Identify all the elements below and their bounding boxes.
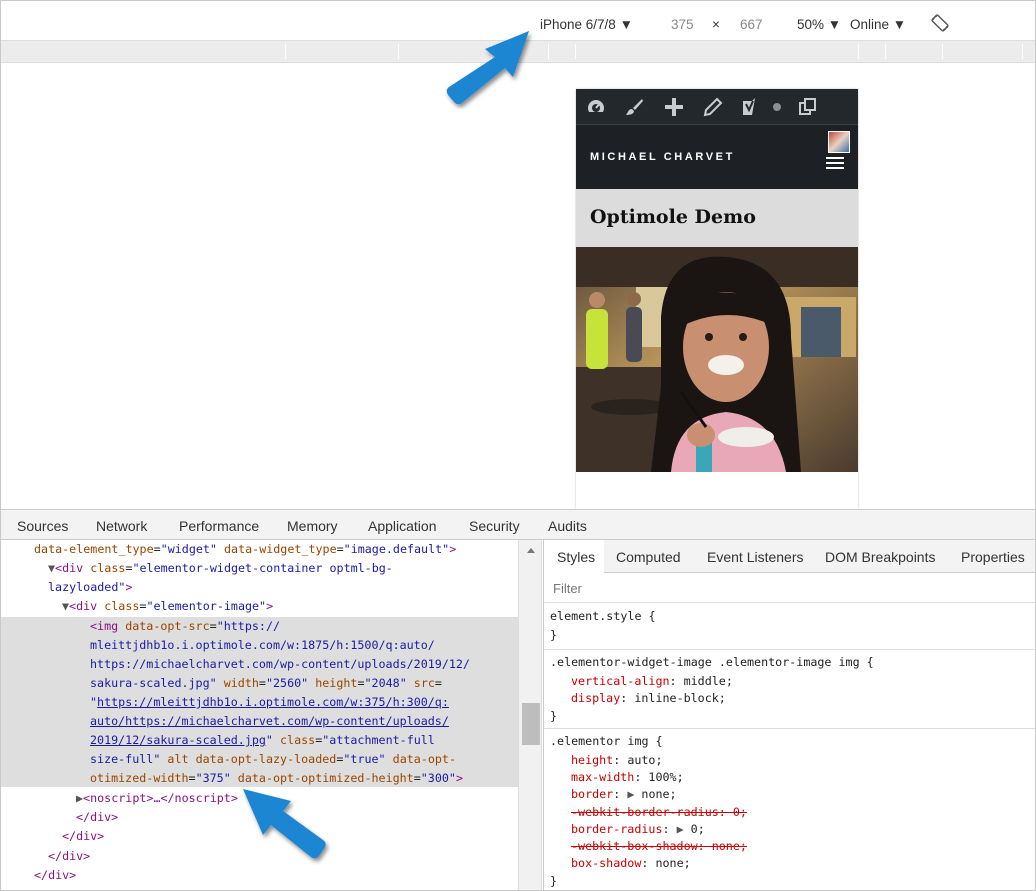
dom-line-selected[interactable]: "https://mleittjdhb1o.i.optimole.com/w:3…: [90, 693, 449, 712]
css-rule-elementor-img[interactable]: .elementor img { height: auto; max-width…: [544, 729, 1035, 890]
rotate-device-icon[interactable]: [931, 14, 949, 32]
dom-line[interactable]: ▼<div class="elementor-widget-container …: [48, 559, 393, 578]
customize-brush-icon[interactable]: [624, 97, 644, 117]
scroll-thumb[interactable]: [522, 703, 540, 745]
viewport-height-input[interactable]: 667: [740, 17, 763, 32]
tab-computed[interactable]: Computed: [616, 549, 681, 565]
site-header: MICHAEL CHARVET: [576, 124, 858, 189]
viewport-width-input[interactable]: 375: [671, 17, 694, 32]
dimension-separator: ×: [712, 17, 720, 32]
user-avatar[interactable]: [828, 131, 850, 153]
tab-performance[interactable]: Performance: [179, 518, 259, 534]
styles-filter-input[interactable]: Filter: [544, 573, 1035, 603]
css-rule-element-style[interactable]: element.style { }: [544, 603, 1035, 650]
new-content-plus-icon[interactable]: [664, 97, 684, 117]
elements-scrollbar[interactable]: [518, 540, 542, 890]
sakura-photo: [576, 247, 858, 472]
dom-line[interactable]: data-element_type="widget" data-widget_t…: [34, 540, 456, 559]
tab-sources[interactable]: Sources: [17, 518, 68, 534]
device-select[interactable]: iPhone 6/7/8 ▼: [540, 17, 633, 32]
dom-line-selected[interactable]: https://michaelcharvet.com/wp-content/up…: [90, 655, 470, 674]
dom-line-selected[interactable]: auto/https://michaelcharvet.com/wp-conte…: [90, 712, 449, 731]
tab-audits[interactable]: Audits: [548, 518, 587, 534]
annotation-arrow-top: [446, 31, 529, 105]
network-throttle-select[interactable]: Online ▼: [850, 17, 906, 32]
dom-line-selected[interactable]: 2019/12/sakura-scaled.jpg" class="attach…: [90, 731, 435, 750]
styles-pane: Styles Computed Event Listeners DOM Brea…: [543, 540, 1035, 890]
css-rule-widget-image[interactable]: .elementor-widget-image .elementor-image…: [544, 650, 1035, 729]
dashboard-icon[interactable]: [586, 97, 606, 117]
tab-event-listeners[interactable]: Event Listeners: [707, 549, 804, 565]
duplicate-page-icon[interactable]: [798, 97, 818, 117]
tab-dom-breakpoints[interactable]: DOM Breakpoints: [825, 549, 935, 565]
devtools-tab-bar: Sources Network Performance Memory Appli…: [1, 509, 1035, 540]
dom-line[interactable]: ▶<noscript>…</noscript>: [76, 789, 238, 808]
dom-line[interactable]: </div>: [62, 827, 104, 846]
dom-line-selected[interactable]: <img data-opt-src="https://: [90, 617, 280, 636]
wp-admin-bar: [576, 89, 858, 124]
page-title-bar: Optimole Demo: [576, 189, 858, 247]
zoom-select[interactable]: 50% ▼: [797, 17, 841, 32]
tab-memory[interactable]: Memory: [287, 518, 338, 534]
dom-line[interactable]: </div>: [48, 847, 90, 866]
src-link[interactable]: https://mleittjdhb1o.i.optimole.com/w:37…: [97, 695, 449, 709]
devtools-window: iPhone 6/7/8 ▼ 375 × 667 50% ▼ Online ▼: [0, 0, 1036, 891]
tab-application[interactable]: Application: [368, 518, 437, 534]
site-title[interactable]: MICHAEL CHARVET: [590, 151, 735, 163]
edit-pencil-icon[interactable]: [703, 97, 723, 117]
annotation-arrow-bottom: [243, 789, 326, 859]
tab-security[interactable]: Security: [469, 518, 520, 534]
expand-shorthand-icon[interactable]: ▶: [627, 787, 634, 801]
emulated-viewport: MICHAEL CHARVET Optimole Demo: [1, 63, 1035, 509]
yoast-seo-icon[interactable]: [740, 97, 760, 117]
src-link[interactable]: 2019/12/sakura-scaled.jpg: [90, 733, 266, 747]
tab-styles[interactable]: Styles: [544, 540, 604, 573]
menu-hamburger-icon[interactable]: [826, 157, 844, 171]
mobile-page-preview: MICHAEL CHARVET Optimole Demo: [576, 89, 858, 509]
dom-line-selected[interactable]: size-full" alt data-opt-lazy-loaded="tru…: [90, 750, 456, 769]
expand-shorthand-icon[interactable]: ▶: [677, 822, 684, 836]
dom-line[interactable]: lazyloaded">: [48, 578, 132, 597]
dom-line[interactable]: </div>: [76, 808, 118, 827]
seo-status-dot-icon: [773, 103, 781, 111]
dom-line-selected[interactable]: sakura-scaled.jpg" width="2560" height="…: [90, 674, 442, 693]
tab-network[interactable]: Network: [96, 518, 147, 534]
dom-line[interactable]: </div>: [34, 866, 76, 885]
dom-line-selected[interactable]: mleittjdhb1o.i.optimole.com/w:1875/h:150…: [90, 636, 435, 655]
scroll-up-icon[interactable]: [527, 548, 535, 553]
dom-line[interactable]: ▼<div class="elementor-image">: [62, 597, 273, 616]
styles-subtab-bar: Styles Computed Event Listeners DOM Brea…: [544, 540, 1035, 573]
page-title: Optimole Demo: [590, 206, 756, 228]
tab-properties[interactable]: Properties: [961, 549, 1025, 565]
src-link[interactable]: auto/https://michaelcharvet.com/wp-conte…: [90, 714, 449, 728]
